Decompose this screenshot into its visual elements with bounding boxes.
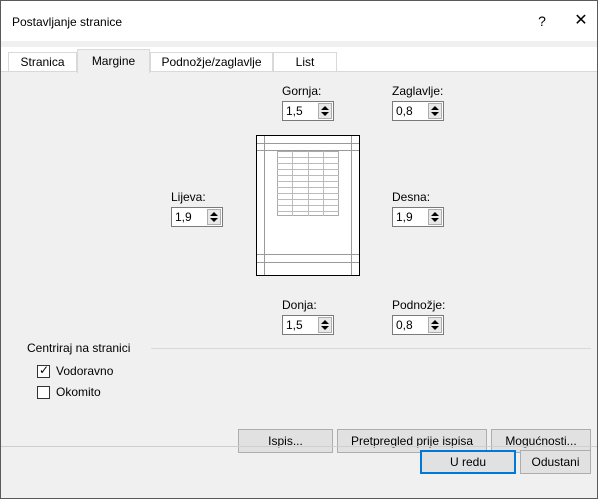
left-margin-value[interactable]: 1,9 <box>175 210 192 224</box>
footer-margin-spinner[interactable]: 0,8 <box>392 315 444 335</box>
ok-button[interactable]: U redu <box>420 450 516 474</box>
spinner-arrows-icon[interactable] <box>318 317 332 333</box>
horizontally-checkbox[interactable]: ✓ <box>37 363 50 378</box>
spinner-arrows-icon[interactable] <box>318 103 332 119</box>
header-guide-line <box>257 143 359 144</box>
right-margin-value[interactable]: 1,9 <box>396 210 413 224</box>
header-margin-label: Zaglavlje: <box>392 84 444 98</box>
top-margin-spinner[interactable]: 1,5 <box>282 101 334 121</box>
header-margin-value[interactable]: 0,8 <box>396 104 413 118</box>
spinner-arrows-icon[interactable] <box>428 209 442 225</box>
right-margin-label: Desna: <box>392 190 431 204</box>
left-guide-line <box>264 136 265 275</box>
spinner-arrows-icon[interactable] <box>428 103 442 119</box>
check-icon: ✓ <box>39 363 50 377</box>
footer-guide-line <box>257 262 359 263</box>
bottom-margin-label: Donja: <box>282 298 317 312</box>
left-margin-label: Lijeva: <box>171 190 206 204</box>
dialog-title: Postavljanje stranice <box>12 15 123 29</box>
group-divider <box>151 348 591 349</box>
top-margin-label: Gornja: <box>282 84 322 98</box>
top-margin-value[interactable]: 1,5 <box>286 104 303 118</box>
sheet-grid-icon <box>277 151 339 216</box>
tab-list[interactable]: List <box>273 52 337 72</box>
footer-margin-value[interactable]: 0,8 <box>396 318 413 332</box>
footer-margin-label: Podnožje: <box>392 298 446 312</box>
bottom-margin-value[interactable]: 1,5 <box>286 318 303 332</box>
title-bar: Postavljanje stranice ? ✕ <box>1 1 597 41</box>
vertically-checkbox[interactable] <box>37 386 50 399</box>
print-button[interactable]: Ispis... <box>238 429 333 453</box>
spinner-arrows-icon[interactable] <box>207 209 221 225</box>
bottom-guide-line <box>257 254 359 255</box>
right-guide-line <box>351 136 352 275</box>
close-button[interactable]: ✕ <box>571 11 591 31</box>
footer-divider <box>1 446 597 447</box>
spinner-arrows-icon[interactable] <box>428 317 442 333</box>
page-setup-dialog: Postavljanje stranice ? ✕ Stranica Margi… <box>0 0 598 499</box>
tab-margine[interactable]: Margine <box>77 49 150 73</box>
cancel-button[interactable]: Odustani <box>520 450 591 474</box>
center-on-page-label: Centriraj na stranici <box>27 341 131 355</box>
page-preview <box>256 135 360 276</box>
horizontally-label[interactable]: Vodoravno <box>56 364 113 378</box>
vertically-label[interactable]: Okomito <box>56 385 101 399</box>
help-button[interactable]: ? <box>532 11 552 31</box>
right-margin-spinner[interactable]: 1,9 <box>392 207 444 227</box>
left-margin-spinner[interactable]: 1,9 <box>171 207 223 227</box>
tab-strip: Stranica Margine Podnožje/zaglavlje List <box>1 47 597 73</box>
tab-stranica[interactable]: Stranica <box>8 52 77 72</box>
tab-podnozje-zaglavlje[interactable]: Podnožje/zaglavlje <box>150 52 273 72</box>
header-margin-spinner[interactable]: 0,8 <box>392 101 444 121</box>
bottom-margin-spinner[interactable]: 1,5 <box>282 315 334 335</box>
